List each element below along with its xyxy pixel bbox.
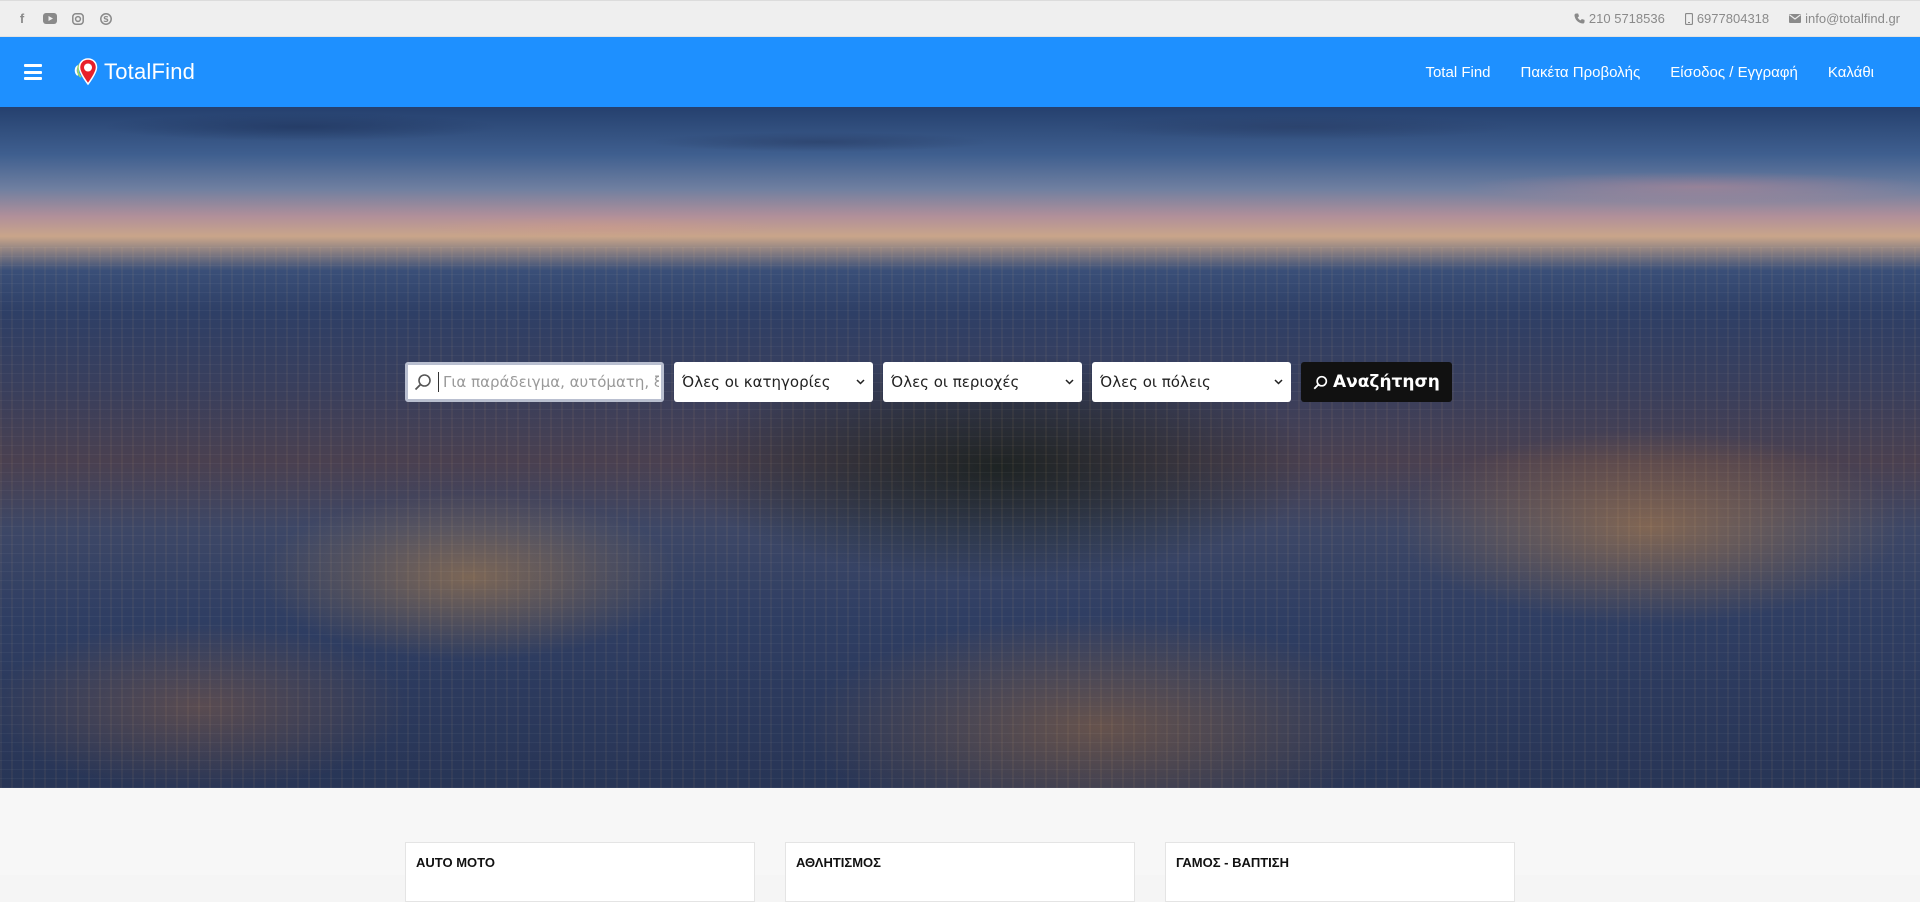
skype-icon[interactable]: S: [98, 11, 114, 27]
search-icon: [414, 374, 431, 391]
nav-promotion-packages[interactable]: Πακέτα Προβολής: [1521, 64, 1641, 81]
envelope-icon: [1789, 14, 1802, 23]
phone-icon: [1574, 13, 1585, 24]
mobile-link[interactable]: 6977804318: [1684, 11, 1770, 26]
brand-name: TotalFind: [104, 59, 196, 84]
top-bar: f S 210 5718536 6977804318 info@totalfin…: [0, 0, 1920, 37]
nav-login-register[interactable]: Είσοδος / Εγγραφή: [1670, 64, 1798, 81]
search-button[interactable]: Αναζήτηση: [1301, 362, 1452, 402]
categories-section: AUTO MOTO ΑΘΛΗΤΙΣΜΟΣ ΓΑΜΟΣ - ΒΑΠΤΙΣΗ: [0, 788, 1920, 902]
city-select[interactable]: Όλες οι πόλεις: [1092, 362, 1291, 402]
svg-text:S: S: [103, 15, 109, 24]
instagram-icon[interactable]: [70, 11, 86, 27]
hero-sky: [0, 107, 1920, 257]
chevron-down-icon: [1065, 379, 1074, 385]
facebook-icon[interactable]: f: [14, 11, 30, 27]
keyword-field[interactable]: [405, 362, 664, 402]
city-select-value: Όλες οι πόλεις: [1100, 373, 1211, 391]
mobile-icon: [1684, 12, 1693, 25]
category-select-value: Όλες οι κατηγορίες: [682, 373, 831, 391]
category-select[interactable]: Όλες οι κατηγορίες: [674, 362, 873, 402]
contact-info: 210 5718536 6977804318 info@totalfind.gr: [1574, 11, 1900, 26]
category-card-auto-moto[interactable]: AUTO MOTO: [405, 842, 755, 902]
phone-number: 210 5718536: [1588, 11, 1665, 26]
map-pin-logo-icon: [74, 58, 98, 86]
keyword-input[interactable]: [441, 364, 661, 400]
category-title: ΑΘΛΗΤΙΣΜΟΣ: [796, 855, 881, 870]
chevron-down-icon: [856, 379, 865, 385]
nav-cart[interactable]: Καλάθι: [1828, 64, 1874, 81]
phone-link[interactable]: 210 5718536: [1574, 11, 1665, 26]
search-button-label: Αναζήτηση: [1333, 372, 1440, 392]
hero-city-background: Όλες οι κατηγορίες Όλες οι περιοχές Όλες…: [0, 107, 1920, 788]
main-navbar: TotalFind Total Find Πακέτα Προβολής Είσ…: [0, 37, 1920, 107]
youtube-icon[interactable]: [42, 11, 58, 27]
chevron-down-icon: [1274, 379, 1283, 385]
email-link[interactable]: info@totalfind.gr: [1789, 11, 1900, 26]
category-card-sports[interactable]: ΑΘΛΗΤΙΣΜΟΣ: [785, 842, 1135, 902]
email-address: info@totalfind.gr: [1805, 11, 1900, 26]
brand-logo[interactable]: TotalFind: [72, 57, 195, 87]
nav-total-find[interactable]: Total Find: [1425, 64, 1490, 81]
mobile-number: 6977804318: [1696, 11, 1770, 26]
search-bar: Όλες οι κατηγορίες Όλες οι περιοχές Όλες…: [405, 362, 1452, 402]
category-title: ΓΑΜΟΣ - ΒΑΠΤΙΣΗ: [1176, 855, 1289, 870]
category-card-wedding-baptism[interactable]: ΓΑΜΟΣ - ΒΑΠΤΙΣΗ: [1165, 842, 1515, 902]
hamburger-menu-icon[interactable]: [24, 64, 42, 80]
social-links: f S: [14, 11, 114, 27]
search-icon: [1313, 375, 1328, 389]
region-select[interactable]: Όλες οι περιοχές: [883, 362, 1082, 402]
region-select-value: Όλες οι περιοχές: [891, 373, 1020, 391]
nav-links: Total Find Πακέτα Προβολής Είσοδος / Εγγ…: [1425, 64, 1874, 81]
category-title: AUTO MOTO: [416, 855, 495, 870]
